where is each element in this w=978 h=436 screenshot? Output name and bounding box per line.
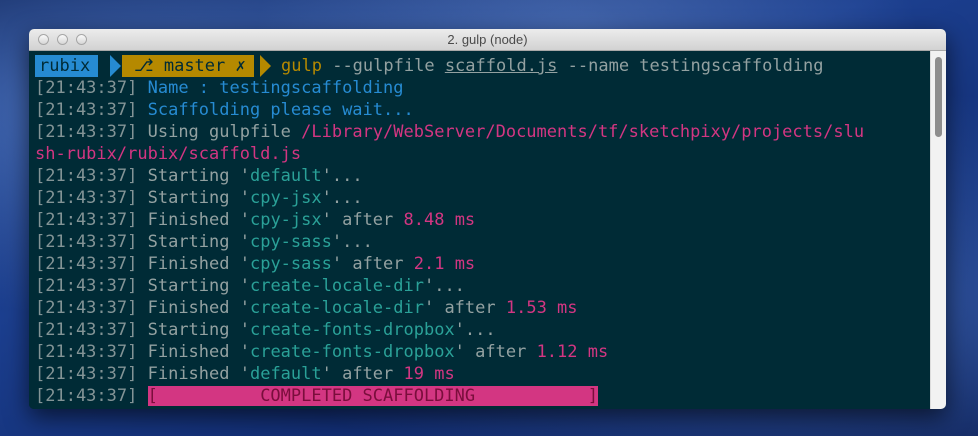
- shell-prompt: rubix ⎇ master ✗ gulp --gulpfile scaffol…: [35, 55, 824, 77]
- log-line: [21:43:37] Name : testingscaffolding: [35, 77, 403, 99]
- timestamp: [21:43:37]: [35, 386, 138, 406]
- timestamp: [21:43:37]: [35, 276, 138, 296]
- task-name: cpy-jsx: [249, 210, 322, 230]
- log-text: ' after: [321, 364, 404, 384]
- window-title: 2. gulp (node): [447, 32, 528, 47]
- log-text: Starting ': [147, 188, 250, 208]
- log-line: [21:43:37] Finished 'create-locale-dir' …: [35, 297, 578, 319]
- dirty-mark: ✗: [235, 56, 246, 76]
- command-file: scaffold.js: [444, 56, 558, 76]
- log-text: Finished ': [147, 298, 250, 318]
- task-duration: 19 ms: [403, 364, 455, 384]
- timestamp: [21:43:37]: [35, 320, 138, 340]
- task-name: create-fonts-dropbox: [249, 320, 455, 340]
- log-text: '...: [454, 320, 496, 340]
- log-line: [21:43:37] Finished 'create-fonts-dropbo…: [35, 341, 608, 363]
- task-name: create-locale-dir: [249, 298, 424, 318]
- log-text: ' after: [423, 298, 506, 318]
- terminal-window: 2. gulp (node) rubix ⎇ master ✗ gulp --g…: [29, 29, 946, 409]
- log-text: Starting ': [147, 232, 250, 252]
- prompt-branch-segment: ⎇ master ✗: [122, 55, 254, 77]
- timestamp: [21:43:37]: [35, 100, 138, 120]
- log-line: [21:43:37] Using gulpfile /Library/WebSe…: [35, 121, 864, 143]
- prompt-separator-arrow-icon: [260, 55, 271, 77]
- task-name: cpy-sass: [249, 232, 332, 252]
- timestamp: [21:43:37]: [35, 232, 138, 252]
- log-line: [21:43:37] Starting 'cpy-sass'...: [35, 231, 373, 253]
- log-text: Using gulpfile: [147, 122, 302, 142]
- timestamp: [21:43:37]: [35, 122, 138, 142]
- log-text: '...: [331, 232, 373, 252]
- task-duration: 2.1 ms: [413, 254, 476, 274]
- completed-banner: [ COMPLETED SCAFFOLDING ]: [147, 386, 598, 406]
- timestamp: [21:43:37]: [35, 364, 138, 384]
- prompt-branch: master: [163, 56, 226, 76]
- scrollbar[interactable]: [930, 51, 946, 409]
- log-text: ' after: [454, 342, 537, 362]
- log-text: Finished ': [147, 210, 250, 230]
- log-text: Starting ': [147, 320, 250, 340]
- prompt-user: rubix: [35, 55, 99, 77]
- branch-icon: ⎇: [134, 56, 154, 76]
- log-line: [21:43:37] Starting 'create-fonts-dropbo…: [35, 319, 496, 341]
- log-text: Starting ': [147, 166, 250, 186]
- log-text: '...: [321, 188, 363, 208]
- timestamp: [21:43:37]: [35, 298, 138, 318]
- log-text: Finished ': [147, 254, 250, 274]
- task-duration: 1.12 ms: [536, 342, 609, 362]
- log-text: '...: [423, 276, 465, 296]
- log-text: '...: [321, 166, 363, 186]
- log-line: [21:43:37] Finished 'default' after 19 m…: [35, 363, 455, 385]
- log-message: Scaffolding please wait...: [147, 100, 414, 120]
- timestamp: [21:43:37]: [35, 188, 138, 208]
- timestamp: [21:43:37]: [35, 342, 138, 362]
- log-line: [21:43:37] Scaffolding please wait...: [35, 99, 414, 121]
- task-name: create-fonts-dropbox: [249, 342, 455, 362]
- prompt-separator-arrow-icon: [110, 55, 121, 77]
- gulpfile-path: /Library/WebServer/Documents/tf/sketchpi…: [301, 122, 865, 142]
- log-line: [21:43:37] Finished 'cpy-sass' after 2.1…: [35, 253, 475, 275]
- timestamp: [21:43:37]: [35, 210, 138, 230]
- log-line: [21:43:37] [ COMPLETED SCAFFOLDING ]: [35, 385, 598, 407]
- task-name: default: [249, 364, 322, 384]
- task-duration: 8.48 ms: [403, 210, 476, 230]
- task-name: cpy-jsx: [249, 188, 322, 208]
- gulpfile-path: sh-rubix/rubix/scaffold.js: [35, 144, 302, 164]
- log-text: ' after: [321, 210, 404, 230]
- task-name: default: [249, 166, 322, 186]
- command-arg: --name testingscaffolding: [567, 56, 824, 76]
- log-text: Finished ': [147, 342, 250, 362]
- task-name: create-locale-dir: [249, 276, 424, 296]
- command-arg: --gulpfile: [332, 56, 435, 76]
- scrollbar-thumb[interactable]: [935, 57, 942, 137]
- command-line: gulp --gulpfile scaffold.js --name testi…: [281, 55, 824, 77]
- timestamp: [21:43:37]: [35, 254, 138, 274]
- title-bar: 2. gulp (node): [29, 29, 946, 51]
- timestamp: [21:43:37]: [35, 166, 138, 186]
- log-line: [21:43:37] Starting 'create-locale-dir'.…: [35, 275, 465, 297]
- log-text: ' after: [331, 254, 414, 274]
- timestamp: [21:43:37]: [35, 78, 138, 98]
- task-duration: 1.53 ms: [505, 298, 578, 318]
- log-line: sh-rubix/rubix/scaffold.js: [35, 143, 301, 165]
- task-name: cpy-sass: [249, 254, 332, 274]
- terminal-output[interactable]: rubix ⎇ master ✗ gulp --gulpfile scaffol…: [29, 51, 930, 409]
- log-text: Starting ': [147, 276, 250, 296]
- log-line: [21:43:37] Starting 'default'...: [35, 165, 363, 187]
- command-name: gulp: [281, 56, 322, 76]
- log-line: [21:43:37] Finished 'cpy-jsx' after 8.48…: [35, 209, 475, 231]
- log-text: Finished ': [147, 364, 250, 384]
- log-line: [21:43:37] Starting 'cpy-jsx'...: [35, 187, 363, 209]
- log-message: Name : testingscaffolding: [147, 78, 404, 98]
